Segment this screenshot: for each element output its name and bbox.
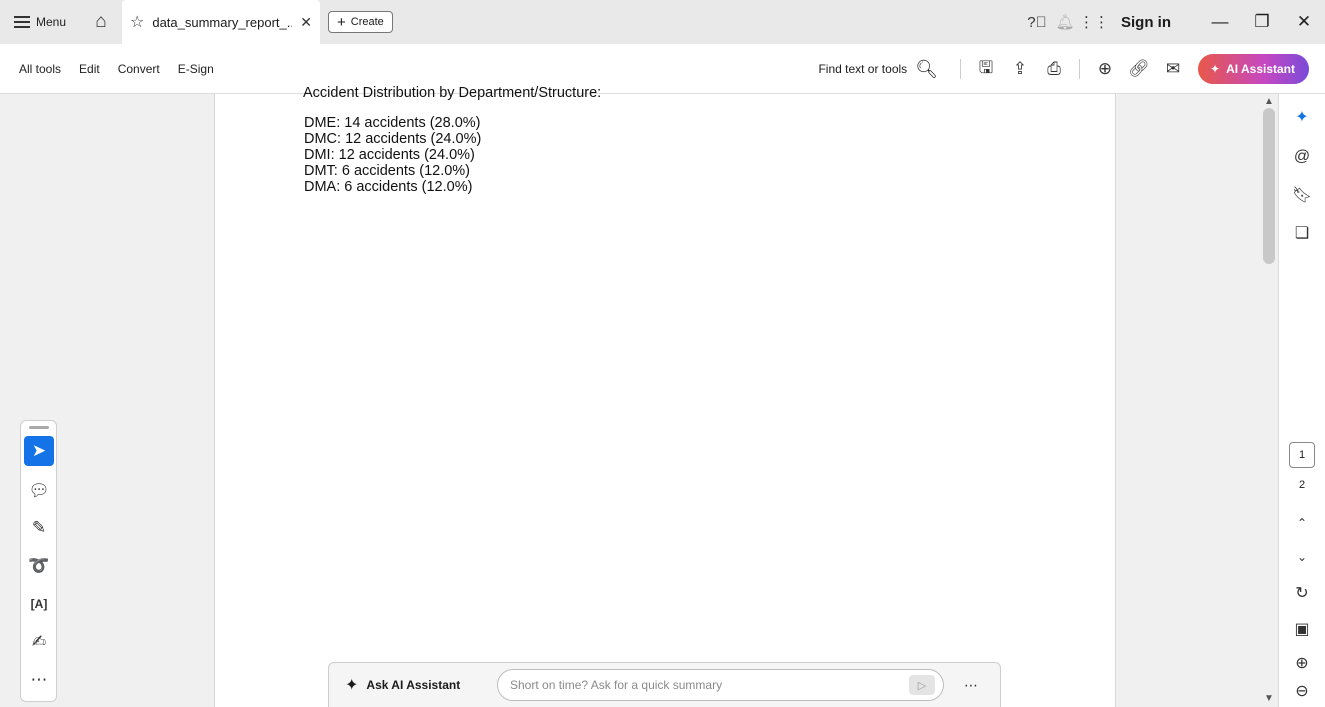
create-label: Create	[350, 16, 384, 28]
menu-label: Menu	[36, 15, 67, 29]
scrollbar-thumb[interactable]	[1263, 108, 1275, 264]
ai-assistant-icon: ✦	[1210, 62, 1221, 76]
save-icon[interactable]: 🖫	[969, 55, 1003, 84]
signature-icon[interactable]: ✍	[24, 627, 54, 657]
toolbar-edit[interactable]: Edit	[79, 62, 100, 76]
toolbar-divider	[1079, 59, 1081, 79]
list-item: DMT: 6 accidents (12.0%)	[304, 163, 471, 179]
ask-ai-assistant-button[interactable]: ✦ Ask AI Assistant	[345, 675, 497, 695]
total-pages: 2	[1298, 479, 1306, 491]
toolbar-convert[interactable]: Convert	[118, 62, 160, 76]
main-toolbar: All tools Edit Convert E-Sign Find text …	[0, 44, 1325, 94]
title-bar: Menu ⌂ ☆ data_summary_report_... ✕ + Cre…	[0, 0, 1325, 44]
star-icon[interactable]: ☆	[130, 12, 144, 32]
ai-chat-icon: ✦	[345, 677, 359, 694]
email-icon[interactable]: ✉	[1156, 59, 1190, 79]
draw-freehand-icon[interactable]: ➰	[24, 551, 54, 581]
current-page-input[interactable]: 1	[1289, 442, 1315, 468]
more-options-icon[interactable]: ⋯	[964, 677, 978, 694]
list-item: DMA: 6 accidents (12.0%)	[304, 179, 473, 195]
link-icon[interactable]: 🔗︎	[1122, 59, 1156, 79]
print-icon[interactable]: ⎙	[1037, 59, 1071, 79]
ai-assistant-button[interactable]: ✦ AI Assistant	[1198, 54, 1309, 84]
scroll-up-arrow-icon[interactable]: ▲	[1264, 96, 1274, 107]
ask-ai-input[interactable]	[510, 678, 890, 692]
pdf-page: Accident Distribution by Department/Stru…	[214, 85, 1116, 707]
quick-tools-panel: ➤ 💬︎ ✎ ➰ [A] ✍ ⋯	[20, 420, 57, 702]
ai-assistant-label: AI Assistant	[1226, 62, 1295, 76]
search-icon: 🔍︎	[915, 58, 939, 79]
thumbnails-icon[interactable]: ❏	[1289, 220, 1315, 246]
drag-handle[interactable]	[29, 426, 49, 429]
sign-in-button[interactable]: Sign in	[1121, 14, 1171, 31]
highlight-pen-icon[interactable]: ✎	[24, 513, 54, 543]
find-text-or-tools[interactable]: Find text or tools 🔍︎	[818, 59, 938, 80]
toolbar-divider	[960, 59, 962, 79]
list-item: DMC: 12 accidents (24.0%)	[304, 131, 482, 147]
send-icon[interactable]: ▷	[909, 675, 935, 695]
home-icon[interactable]: ⌂	[86, 11, 116, 33]
upload-cloud-icon[interactable]: ⇪	[1003, 59, 1037, 79]
toolbar-right: Find text or tools 🔍︎ 🖫 ⇪ ⎙ ⊕ 🔗︎ ✉ ✦ AI …	[818, 44, 1309, 94]
plus-icon: +	[337, 13, 346, 31]
scroll-down-arrow-icon[interactable]: ▼	[1264, 693, 1274, 704]
comment-icon[interactable]: 💬︎	[24, 476, 54, 506]
minimize-icon[interactable]: —	[1199, 12, 1241, 32]
edit-pdf-sparkle-icon[interactable]: ✦	[1289, 104, 1315, 130]
create-button[interactable]: + Create	[328, 11, 393, 33]
help-icon[interactable]: ?⃝	[1023, 14, 1051, 31]
apps-grid-icon[interactable]: ⋮⋮	[1079, 13, 1109, 31]
section-heading: Accident Distribution by Department/Stru…	[303, 85, 602, 101]
rotate-icon[interactable]: ↻	[1289, 580, 1315, 606]
toolbar-all-tools[interactable]: All tools	[19, 62, 61, 76]
comments-panel-icon[interactable]: @	[1289, 144, 1315, 170]
previous-page-icon[interactable]: ⌃	[1289, 510, 1315, 536]
tab-title: data_summary_report_...	[152, 14, 293, 30]
find-label: Find text or tools	[818, 62, 908, 76]
page-fit-icon[interactable]: ▣	[1289, 616, 1315, 642]
share-user-icon[interactable]: ⊕	[1088, 59, 1122, 79]
menu-button[interactable]: Menu	[0, 15, 86, 29]
restore-icon[interactable]: ❐	[1241, 12, 1283, 32]
ask-ai-assistant-bar: ✦ Ask AI Assistant ▷ ⋯	[328, 662, 1001, 707]
department-list: DME: 14 accidents (28.0%) DMC: 12 accide…	[304, 115, 481, 195]
ask-ai-input-wrapper: ▷	[497, 669, 944, 701]
more-tools-icon[interactable]: ⋯	[24, 665, 54, 695]
close-tab-icon[interactable]: ✕	[300, 14, 312, 31]
text-box-icon[interactable]: [A]	[24, 589, 54, 619]
zoom-out-icon[interactable]: ⊖	[1289, 678, 1315, 704]
toolbar-esign[interactable]: E-Sign	[178, 62, 214, 76]
title-bar-right: ?⃝ 🔔︎ ⋮⋮ Sign in — ❐ ✕	[1023, 0, 1325, 44]
select-cursor-icon[interactable]: ➤	[24, 436, 54, 466]
document-viewport[interactable]: Accident Distribution by Department/Stru…	[0, 85, 1278, 707]
list-item: DME: 14 accidents (28.0%)	[304, 115, 481, 131]
notification-bell-icon[interactable]: 🔔︎	[1051, 13, 1079, 31]
window-close-icon[interactable]: ✕	[1283, 12, 1325, 32]
document-tab[interactable]: ☆ data_summary_report_... ✕	[122, 0, 320, 44]
zoom-in-icon[interactable]: ⊕	[1289, 650, 1315, 676]
hamburger-icon	[14, 16, 30, 28]
bookmarks-icon[interactable]: 🔖︎	[1289, 182, 1315, 208]
next-page-icon[interactable]: ⌄	[1289, 544, 1315, 570]
list-item: DMI: 12 accidents (24.0%)	[304, 147, 475, 163]
right-rail: ✦ @ 🔖︎ ❏ 1 2 ⌃ ⌄ ↻ ▣ ⊕ ⊖	[1278, 94, 1325, 707]
ask-ai-label: Ask AI Assistant	[366, 678, 461, 692]
